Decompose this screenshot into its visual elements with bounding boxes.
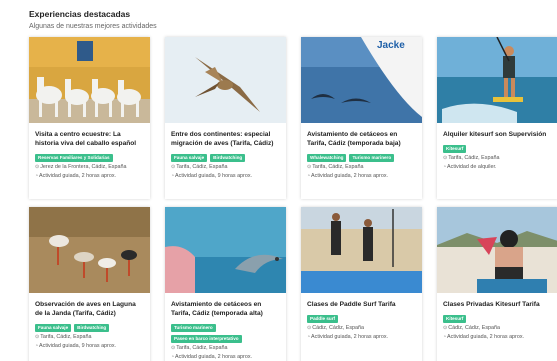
category-tag[interactable]: Turismo marinero — [349, 154, 395, 162]
section-header: Experiencias destacadas Algunas de nuest… — [29, 9, 157, 30]
clock-icon: ◔ — [35, 343, 39, 349]
category-tag[interactable]: Turismo marinero — [171, 324, 216, 332]
card-location: ⊙Jerez de la Frontera, Cádiz, España — [35, 164, 127, 170]
card-title[interactable]: Avistamiento de cetáceos en Tarifa, Cádi… — [307, 130, 416, 148]
clock-icon: ◔ — [307, 173, 311, 179]
bird-of-prey-photo — [165, 37, 286, 123]
card-location: ⊙Tarifa, Cádiz, España — [443, 155, 500, 161]
pin-icon: ⊙ — [35, 164, 40, 170]
card-activity: ◔Actividad guiada, 2 horas aprox. — [443, 334, 525, 340]
activity-card[interactable]: Alquiler kitesurf son Supervisión Kitesu… — [437, 37, 557, 199]
clock-icon: ◔ — [443, 334, 447, 340]
activity-card[interactable]: Visita a centro ecuestre: La historia vi… — [29, 37, 150, 199]
card-location: ⊙Cádiz, Cádiz, España — [443, 325, 501, 331]
category-tag[interactable]: Paddle surf — [307, 315, 339, 323]
pin-icon: ⊙ — [171, 164, 176, 170]
boat-brand-text: Jacke — [377, 40, 405, 51]
card-title[interactable]: Visita a centro ecuestre: La historia vi… — [35, 130, 144, 148]
category-tag[interactable]: Fauna salvaje — [171, 154, 208, 162]
card-activity: ◔Actividad guiada, 9 horas aprox. — [171, 173, 253, 179]
card-activity: ◔Actividad guiada, 2 horas aprox. — [35, 173, 117, 179]
category-tag[interactable]: Reservas Familiares y Solidarias — [35, 154, 113, 162]
storks-photo — [29, 207, 150, 293]
card-title[interactable]: Observación de aves en Laguna de la Jand… — [35, 300, 144, 318]
kitesurf-lesson-photo — [437, 207, 557, 293]
dolphins-boat-photo: Jacke — [301, 37, 422, 123]
card-location: ⊙Tarifa, Cádiz, España — [35, 334, 92, 340]
dolphin-photo — [165, 207, 286, 293]
paddle-surf-photo — [301, 207, 422, 293]
pin-icon: ⊙ — [443, 155, 448, 161]
card-location: ⊙Tarifa, Cádiz, España — [171, 345, 228, 351]
category-tag[interactable]: Birdwatching — [210, 154, 246, 162]
activity-card[interactable]: Entre dos continentes: especial migració… — [165, 37, 286, 199]
pin-icon: ⊙ — [307, 325, 312, 331]
category-tag[interactable]: Whalewatching — [307, 154, 347, 162]
pin-icon: ⊙ — [443, 325, 448, 331]
section-subtitle: Algunas de nuestras mejores actividades — [29, 23, 157, 30]
section-title: Experiencias destacadas — [29, 9, 131, 19]
clock-icon: ◔ — [443, 164, 447, 170]
pin-icon: ⊙ — [171, 345, 176, 351]
category-tag[interactable]: Kitesurf — [443, 315, 467, 323]
pin-icon: ⊙ — [307, 164, 312, 170]
activity-card[interactable]: Observación de aves en Laguna de la Jand… — [29, 207, 150, 361]
card-location: ⊙Tarifa, Cádiz, España — [171, 164, 228, 170]
clock-icon: ◔ — [307, 334, 311, 340]
clock-icon: ◔ — [171, 354, 175, 360]
card-location: ⊙Cádiz, Cádiz, España — [307, 325, 365, 331]
card-location: ⊙Tarifa, Cádiz, España — [307, 164, 364, 170]
card-title[interactable]: Avistamiento de cetáceos en Tarifa, Cádi… — [171, 300, 280, 318]
category-tag[interactable]: Fauna salvaje — [35, 324, 72, 332]
category-tag[interactable]: Birdwatching — [74, 324, 110, 332]
card-title[interactable]: Clases de Paddle Surf Tarifa — [307, 300, 416, 309]
clock-icon: ◔ — [35, 173, 39, 179]
horses-photo — [29, 37, 150, 123]
category-tag[interactable]: Kitesurf — [443, 145, 467, 153]
kitesurf-photo — [437, 37, 557, 123]
activity-card[interactable]: Avistamiento de cetáceos en Tarifa, Cádi… — [165, 207, 286, 361]
activity-card[interactable]: Clases Privadas Kitesurf Tarifa Kitesurf… — [437, 207, 557, 361]
activity-card[interactable]: Jacke Avistamiento de cetáceos en Tarifa… — [301, 37, 422, 199]
card-activity: ◔Actividad guiada, 2 horas aprox. — [307, 173, 389, 179]
card-activity: ◔Actividad guiada, 9 horas aprox. — [35, 343, 117, 349]
activity-card[interactable]: Clases de Paddle Surf Tarifa Paddle surf… — [301, 207, 422, 361]
pin-icon: ⊙ — [35, 334, 40, 340]
card-activity: ◔Actividad guiada, 2 horas aprox. — [171, 354, 253, 360]
category-tag[interactable]: Paseo en barco interpretativo — [171, 335, 242, 343]
card-activity: ◔Actividad guiada, 2 horas aprox. — [307, 334, 389, 340]
card-title[interactable]: Alquiler kitesurf son Supervisión — [443, 130, 552, 139]
card-title[interactable]: Clases Privadas Kitesurf Tarifa — [443, 300, 552, 309]
clock-icon: ◔ — [171, 173, 175, 179]
card-activity: ◔Actividad de alquiler. — [443, 164, 497, 170]
card-title[interactable]: Entre dos continentes: especial migració… — [171, 130, 280, 148]
